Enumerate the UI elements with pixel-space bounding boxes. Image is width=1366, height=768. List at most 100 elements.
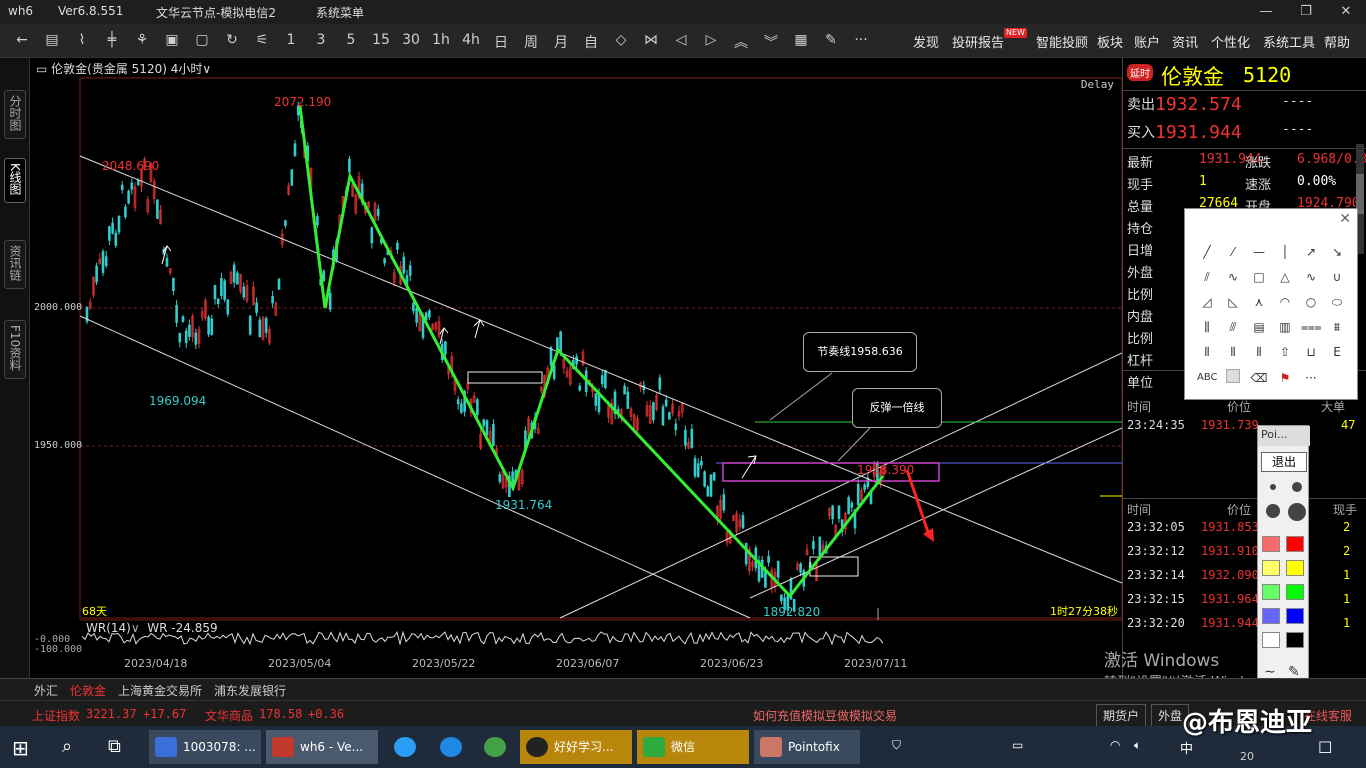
line-chart-icon[interactable]: ⌇ — [70, 32, 94, 48]
shield-icon[interactable]: ⛉ — [892, 738, 901, 753]
text-tool-icon[interactable]: ABC — [1197, 369, 1218, 387]
system-menu[interactable]: 系统菜单 — [316, 4, 364, 21]
draw-icon[interactable]: ⚟ — [250, 32, 274, 48]
ray-tool-icon[interactable]: ⁄ — [1223, 243, 1243, 261]
taskbar-app-1003078[interactable]: 1003078: ... — [149, 730, 261, 764]
fib2-tool-icon[interactable]: ▥ — [1275, 318, 1295, 336]
network-icon[interactable]: ▭ — [1012, 738, 1023, 752]
arc2-tool-icon[interactable]: ◠ — [1275, 293, 1295, 311]
zoom-in-icon[interactable]: ◇ — [609, 32, 633, 48]
taskbar-app-k[interactable] — [434, 730, 468, 764]
indicator-icon[interactable]: ⚘ — [130, 32, 154, 48]
tab-timeshare[interactable]: 分时图 — [4, 90, 26, 139]
fan-tool-icon[interactable]: ◺ — [1223, 293, 1243, 311]
chevron-down-icon[interactable]: ∨ — [202, 62, 211, 76]
color-swatch[interactable] — [1286, 632, 1304, 648]
ellipse-tool-icon[interactable]: ⬭ — [1327, 293, 1347, 311]
more-tools-icon[interactable]: ··· — [1301, 369, 1321, 387]
period-4h[interactable]: 4h — [459, 32, 483, 48]
menu-news[interactable]: 资讯 — [1172, 32, 1198, 51]
peak-tool-icon[interactable]: ⋏ — [1249, 293, 1269, 311]
tab-london-gold[interactable]: 伦敦金 — [70, 682, 106, 699]
layout-icon[interactable]: ▦ — [789, 32, 813, 48]
period-1h[interactable]: 1h — [429, 32, 453, 48]
arrow-down-tool-icon[interactable]: ↘ — [1327, 243, 1347, 261]
period-5[interactable]: 5 — [339, 32, 363, 48]
dot-small-icon[interactable] — [1270, 484, 1276, 490]
color-swatch[interactable] — [1262, 560, 1280, 576]
color-swatch[interactable] — [1286, 608, 1304, 624]
close-icon[interactable]: ✕ — [1326, 0, 1366, 24]
period-day[interactable]: 日 — [489, 32, 513, 52]
tab-news-chain[interactable]: 资讯链 — [4, 240, 26, 289]
color-swatch[interactable] — [1262, 536, 1280, 552]
arc-tool-icon[interactable]: ∪ — [1327, 268, 1347, 286]
period-15[interactable]: 15 — [369, 32, 393, 48]
up-arrow-tool-icon[interactable]: ⇧ — [1275, 343, 1295, 361]
flag-icon[interactable]: ⚑ — [1275, 369, 1295, 387]
menu-tools[interactable]: 系统工具 — [1263, 32, 1315, 51]
clock-year[interactable]: 20 — [1240, 750, 1254, 763]
period-3[interactable]: 3 — [309, 32, 333, 48]
gann2-tool-icon[interactable]: ⫻ — [1223, 318, 1243, 336]
box-tool-icon[interactable]: ⊔ — [1301, 343, 1321, 361]
windows-start-icon[interactable]: ⊞ — [12, 736, 29, 760]
dot-large-icon[interactable] — [1266, 504, 1280, 518]
close-icon[interactable]: ✕ — [1339, 211, 1351, 227]
menu-research[interactable]: 投研报告 — [952, 32, 1004, 51]
list-icon[interactable]: ▤ — [40, 32, 64, 48]
triangle-tool-icon[interactable]: △ — [1275, 268, 1295, 286]
parallel-tool-icon[interactable]: ⫽ — [1197, 268, 1217, 286]
search-icon[interactable]: ⌕ — [62, 736, 72, 757]
right-icon[interactable]: ▷ — [699, 32, 723, 48]
taskbar-app-player[interactable] — [478, 730, 512, 764]
menu-personalize[interactable]: 个性化 — [1211, 32, 1250, 51]
menu-account[interactable]: 账户 — [1134, 32, 1160, 51]
more-icon[interactable]: ··· — [849, 32, 873, 48]
futures-account-button[interactable]: 期货户 — [1096, 704, 1147, 727]
menu-discover[interactable]: 发现 — [913, 32, 939, 51]
up-icon[interactable]: ︽ — [729, 32, 753, 52]
tab-kline[interactable]: K线图 — [4, 158, 26, 203]
cycle3-tool-icon[interactable]: ⦀ — [1249, 343, 1269, 361]
taskbar-app-wechat[interactable]: 微信 — [637, 730, 749, 764]
promo-link[interactable]: 如何充值模拟豆做模拟交易 — [753, 707, 897, 724]
sell-row[interactable]: 卖出 1932.574 ---- — [1127, 94, 1363, 116]
restore-icon[interactable]: ❐ — [1286, 0, 1326, 24]
dot-xl-icon[interactable] — [1288, 503, 1306, 521]
hline-tool-icon[interactable]: — — [1249, 243, 1269, 261]
menu-advisor[interactable]: 智能投顾 — [1036, 32, 1088, 51]
tab-forex[interactable]: 外汇 — [34, 682, 58, 699]
wave-tool-icon[interactable]: ∿ — [1223, 268, 1243, 286]
chart-title[interactable]: ▭ 伦敦金(贵金属 5120) 4小时∨ — [36, 60, 211, 77]
chart-canvas[interactable] — [30, 58, 1122, 678]
task-view-icon[interactable]: ⧉ — [108, 736, 121, 757]
notification-icon[interactable]: ☐ — [1318, 738, 1332, 757]
color-swatch[interactable] — [1262, 584, 1280, 600]
exit-button[interactable]: 退出 — [1261, 452, 1307, 472]
fib-tool-icon[interactable]: ▤ — [1249, 318, 1269, 336]
arrow-up-tool-icon[interactable]: ↗ — [1301, 243, 1321, 261]
minimize-icon[interactable]: — — [1246, 0, 1286, 24]
back-icon[interactable]: ← — [10, 32, 34, 48]
period-select[interactable]: 4小时 — [171, 62, 203, 76]
candle-icon[interactable]: ╪ — [100, 32, 124, 48]
ime-indicator[interactable]: 中 — [1180, 738, 1193, 757]
menu-sector[interactable]: 板块 — [1097, 32, 1123, 51]
wr-name[interactable]: WR(14) — [86, 621, 131, 635]
angle-tool-icon[interactable]: ◿ — [1197, 293, 1217, 311]
zigzag-tool-icon[interactable]: ∿ — [1301, 268, 1321, 286]
chart-menu-icon[interactable]: ▭ — [36, 62, 47, 76]
buy-row[interactable]: 买入 1931.944 ---- — [1127, 122, 1363, 144]
refresh-icon[interactable]: ↻ — [220, 32, 244, 48]
custom-period-icon[interactable]: 自 — [579, 32, 603, 52]
fib3-tool-icon[interactable]: ⩶ — [1301, 318, 1322, 336]
gann-tool-icon[interactable]: ⫼ — [1197, 318, 1217, 336]
period-1[interactable]: 1 — [279, 32, 303, 48]
wifi-icon[interactable]: ◠ — [1110, 738, 1120, 752]
kline-chart[interactable]: ▭ 伦敦金(贵金属 5120) 4小时∨ Delay 2072.190 2048… — [30, 58, 1122, 678]
cycle2-tool-icon[interactable]: ⦀ — [1223, 343, 1243, 361]
chevron-down-icon[interactable]: ∨ — [131, 621, 140, 635]
save-icon[interactable]: ▢ — [190, 32, 214, 48]
extend-tool-icon[interactable]: Ε — [1327, 343, 1347, 361]
